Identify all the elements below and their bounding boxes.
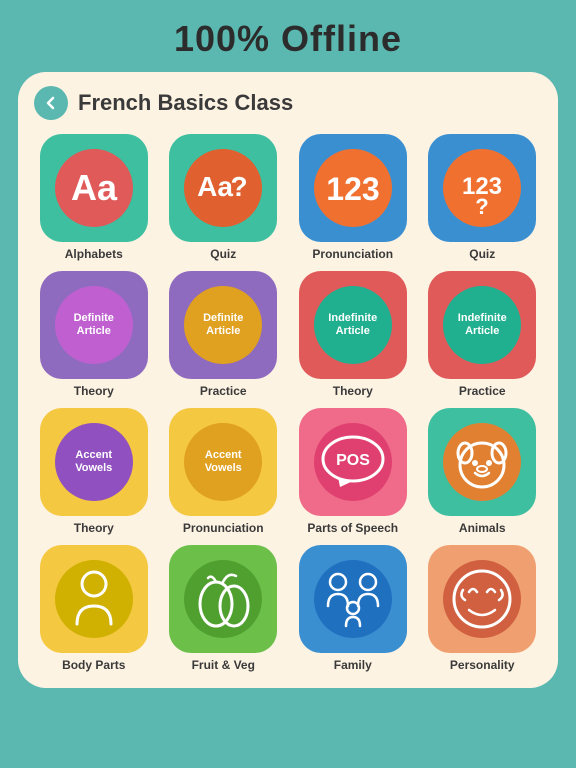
grid-item-def-article-theory[interactable]: DefiniteArticleTheory bbox=[34, 271, 154, 398]
item-label-indef-article-theory: Theory bbox=[333, 384, 373, 398]
grid-item-quiz1[interactable]: Aa? Quiz bbox=[164, 134, 284, 261]
svg-text:Aa: Aa bbox=[71, 167, 118, 208]
grid-item-indef-article-theory[interactable]: IndefiniteArticleTheory bbox=[293, 271, 413, 398]
svg-text:?: ? bbox=[231, 171, 248, 202]
grid-item-def-article-practice[interactable]: DefiniteArticlePractice bbox=[164, 271, 284, 398]
grid-item-fruit-veg[interactable]: Fruit & Veg bbox=[164, 545, 284, 672]
svg-text:?: ? bbox=[476, 194, 489, 218]
item-label-accent-vowels-pronunciation: Pronunciation bbox=[183, 521, 264, 535]
card-header: French Basics Class bbox=[34, 86, 542, 120]
grid-item-parts-of-speech[interactable]: POS Parts of Speech bbox=[293, 408, 413, 535]
item-label-pronunciation: Pronunciation bbox=[312, 247, 393, 261]
card-title: French Basics Class bbox=[78, 90, 293, 116]
item-label-body-parts: Body Parts bbox=[62, 658, 125, 672]
item-label-personality: Personality bbox=[450, 658, 515, 672]
item-label-fruit-veg: Fruit & Veg bbox=[192, 658, 255, 672]
items-grid: AaAlphabetsAa?Quiz123Pronunciation123?Qu… bbox=[34, 134, 542, 672]
grid-item-body-parts[interactable]: Body Parts bbox=[34, 545, 154, 672]
item-label-accent-vowels-theory: Theory bbox=[74, 521, 114, 535]
main-card: French Basics Class Aa Alphabets Aa? Quiz 12… bbox=[18, 72, 558, 688]
grid-item-quiz2[interactable]: 123?Quiz bbox=[423, 134, 543, 261]
grid-item-pronunciation[interactable]: 123 Pronunciation bbox=[293, 134, 413, 261]
item-label-quiz2: Quiz bbox=[469, 247, 495, 261]
svg-text:POS: POS bbox=[336, 452, 370, 469]
item-label-indef-article-practice: Practice bbox=[459, 384, 506, 398]
grid-item-accent-vowels-theory[interactable]: AccentVowelsTheory bbox=[34, 408, 154, 535]
item-label-quiz1: Quiz bbox=[210, 247, 236, 261]
grid-item-personality[interactable]: Personality bbox=[423, 545, 543, 672]
grid-item-animals[interactable]: Animals bbox=[423, 408, 543, 535]
grid-item-indef-article-practice[interactable]: IndefiniteArticlePractice bbox=[423, 271, 543, 398]
svg-text:123: 123 bbox=[326, 171, 379, 207]
item-label-parts-of-speech: Parts of Speech bbox=[307, 521, 398, 535]
item-label-alphabets: Alphabets bbox=[65, 247, 123, 261]
item-label-animals: Animals bbox=[459, 521, 506, 535]
grid-item-accent-vowels-pronunciation[interactable]: AccentVowelsPronunciation bbox=[164, 408, 284, 535]
grid-item-alphabets[interactable]: Aa Alphabets bbox=[34, 134, 154, 261]
item-label-def-article-practice: Practice bbox=[200, 384, 247, 398]
svg-text:Aa: Aa bbox=[197, 171, 233, 202]
grid-item-family[interactable]: Family bbox=[293, 545, 413, 672]
back-button[interactable] bbox=[34, 86, 68, 120]
item-label-family: Family bbox=[334, 658, 372, 672]
item-label-def-article-theory: Theory bbox=[74, 384, 114, 398]
page-heading: 100% Offline bbox=[174, 18, 402, 60]
